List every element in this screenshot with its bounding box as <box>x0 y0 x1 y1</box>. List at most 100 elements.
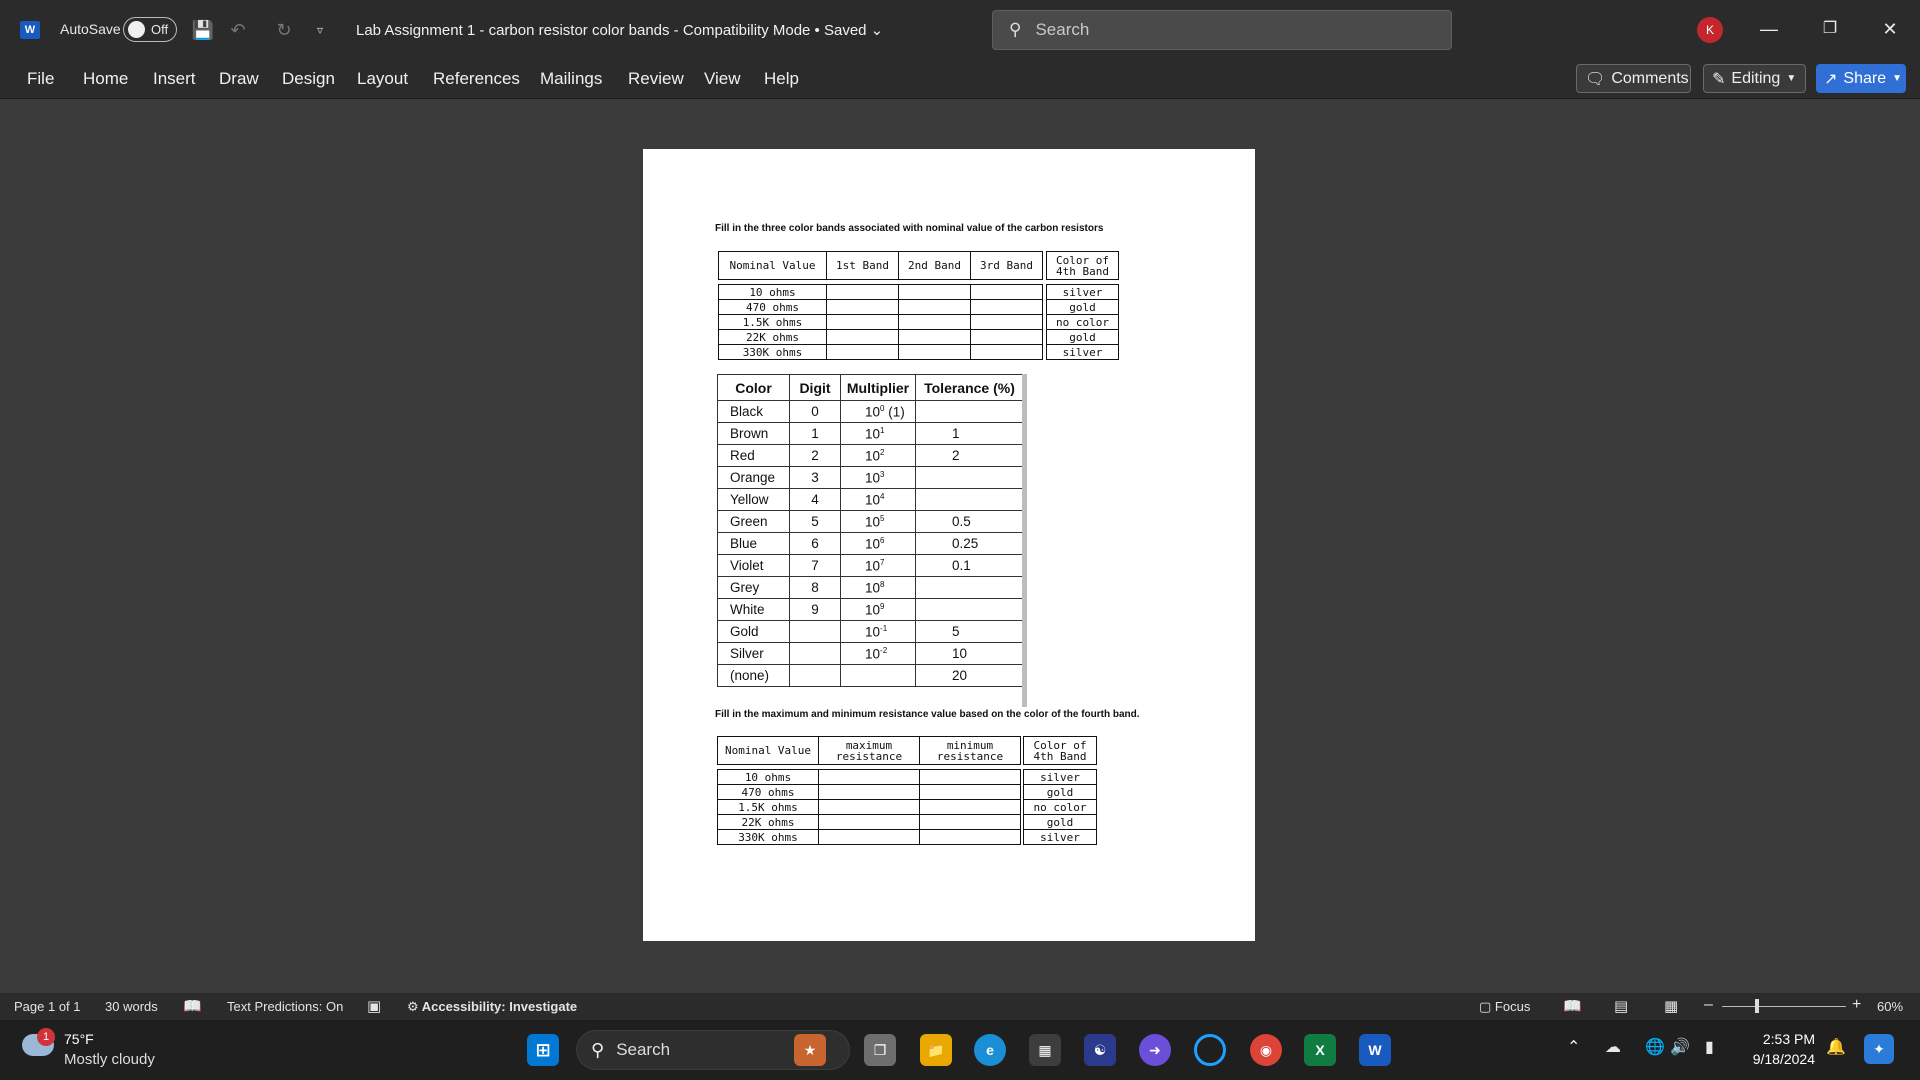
start-windows-icon[interactable]: ⊞ <box>527 1034 559 1066</box>
comments-button[interactable]: 🗨 Comments <box>1576 64 1691 93</box>
file-explorer-icon[interactable]: 📁 <box>920 1034 952 1066</box>
chevron-down-icon: ▼ <box>1786 73 1797 84</box>
zoom-level[interactable]: 60% <box>1877 999 1903 1014</box>
tab-view[interactable]: View <box>704 69 741 89</box>
max-cell[interactable] <box>818 784 920 800</box>
zoom-out-icon[interactable]: – <box>1704 996 1713 1014</box>
document-title[interactable]: Lab Assignment 1 - carbon resistor color… <box>356 21 883 39</box>
band-cell[interactable] <box>898 299 971 315</box>
excel-app-icon[interactable]: X <box>1304 1034 1336 1066</box>
band-cell[interactable] <box>898 329 971 345</box>
battery-icon[interactable]: ▮ <box>1705 1037 1714 1057</box>
table-row: Brown 1 101 1 <box>717 422 1024 445</box>
tab-insert[interactable]: Insert <box>153 69 196 89</box>
microsoft-store-icon[interactable]: ▦ <box>1029 1034 1061 1066</box>
close-icon[interactable]: ✕ <box>1873 14 1907 44</box>
zoom-slider[interactable] <box>1722 1006 1846 1007</box>
avatar[interactable]: K <box>1697 17 1723 43</box>
show-hidden-icons-chevron-up-icon[interactable]: ⌃ <box>1567 1037 1580 1057</box>
tab-mailings[interactable]: Mailings <box>540 69 602 89</box>
band-cell[interactable] <box>826 284 899 300</box>
band-cell[interactable] <box>898 284 971 300</box>
undo-icon[interactable]: ↶ <box>226 18 250 42</box>
accessibility-label: Accessibility: Investigate <box>421 999 578 1014</box>
zoom-slider-thumb[interactable] <box>1755 999 1759 1013</box>
onedrive-icon[interactable]: ☁ <box>1605 1037 1621 1057</box>
min-cell[interactable] <box>919 829 1021 845</box>
edge-browser-icon[interactable]: e <box>974 1034 1006 1066</box>
tab-design[interactable]: Design <box>282 69 335 89</box>
tab-draw[interactable]: Draw <box>219 69 259 89</box>
fourth-band-cell: silver <box>1023 829 1097 845</box>
min-cell[interactable] <box>919 814 1021 830</box>
cortana-icon[interactable] <box>1194 1034 1226 1066</box>
band-cell[interactable] <box>826 329 899 345</box>
minimize-icon[interactable]: — <box>1752 14 1786 44</box>
band-cell[interactable] <box>970 314 1043 330</box>
save-icon[interactable]: 💾 <box>191 18 215 42</box>
tab-home[interactable]: Home <box>83 69 128 89</box>
focus-button[interactable]: ▢ Focus <box>1479 999 1530 1015</box>
max-cell[interactable] <box>818 814 920 830</box>
customize-icon[interactable]: ▿ <box>308 18 332 42</box>
task-view-icon[interactable]: ❐ <box>864 1034 896 1066</box>
weather-temperature[interactable]: 75°F <box>64 1031 94 1047</box>
tab-layout[interactable]: Layout <box>357 69 408 89</box>
tab-review[interactable]: Review <box>628 69 684 89</box>
table-row: Violet 7 107 0.1 <box>717 554 1024 577</box>
nominal-cell: 330K ohms <box>717 829 819 845</box>
band-cell[interactable] <box>970 344 1043 360</box>
redo-icon[interactable]: ↻ <box>272 18 296 42</box>
text-predictions[interactable]: Text Predictions: On <box>227 999 343 1014</box>
digit-cell <box>789 664 841 687</box>
max-cell[interactable] <box>818 799 920 815</box>
read-mode-icon[interactable]: 📖 <box>1563 997 1582 1015</box>
weather-condition[interactable]: Mostly cloudy <box>64 1051 155 1068</box>
autosave-toggle[interactable]: Off <box>123 17 177 42</box>
band-cell[interactable] <box>898 314 971 330</box>
band-cell[interactable] <box>826 299 899 315</box>
page-count[interactable]: Page 1 of 1 <box>14 999 81 1014</box>
word-count[interactable]: 30 words <box>105 999 158 1014</box>
min-cell[interactable] <box>919 784 1021 800</box>
max-cell[interactable] <box>818 829 920 845</box>
digit-cell: 5 <box>789 510 841 533</box>
chrome-browser-icon[interactable]: ◉ <box>1250 1034 1282 1066</box>
share-button[interactable]: ↗ Share ▼ <box>1816 64 1906 93</box>
widgets-copilot-icon[interactable]: ✦ <box>1864 1034 1894 1064</box>
tab-help[interactable]: Help <box>764 69 799 89</box>
document-page[interactable]: Fill in the three color bands associated… <box>643 149 1255 941</box>
band-cell[interactable] <box>970 299 1043 315</box>
table-side-bar <box>1022 374 1027 707</box>
messaging-app-icon[interactable]: ➜ <box>1139 1034 1171 1066</box>
min-cell[interactable] <box>919 799 1021 815</box>
restore-icon[interactable]: ❐ <box>1813 14 1847 44</box>
band-cell[interactable] <box>970 329 1043 345</box>
copilot-app-icon[interactable]: ☯ <box>1084 1034 1116 1066</box>
system-clock[interactable]: 2:53 PM 9/18/2024 <box>1745 1029 1815 1069</box>
tab-references[interactable]: References <box>433 69 520 89</box>
tolerance-cell: 0.25 <box>915 532 1024 555</box>
volume-icon[interactable]: 🔊 <box>1670 1037 1690 1057</box>
band-cell[interactable] <box>826 314 899 330</box>
max-cell[interactable] <box>818 769 920 785</box>
zoom-in-icon[interactable]: + <box>1852 996 1861 1014</box>
band-cell[interactable] <box>898 344 971 360</box>
web-layout-icon[interactable]: ▦ <box>1664 997 1678 1015</box>
print-layout-icon[interactable]: ▤ <box>1614 997 1628 1015</box>
network-globe-icon[interactable]: 🌐 <box>1645 1037 1665 1057</box>
tab-file[interactable]: File <box>27 69 54 89</box>
band-cell[interactable] <box>970 284 1043 300</box>
band-cell[interactable] <box>826 344 899 360</box>
editing-mode-button[interactable]: ✎ Editing ▼ <box>1703 64 1806 93</box>
search-highlight-icon[interactable]: ★ <box>794 1034 826 1066</box>
accessibility-status[interactable]: ⚙ Accessibility: Investigate <box>407 999 577 1015</box>
notification-bell-icon[interactable]: 🔔 <box>1826 1037 1846 1057</box>
display-settings-icon[interactable]: ▣ <box>367 997 381 1015</box>
search-input[interactable]: ⚲ Search <box>992 10 1452 50</box>
nominal-cell: 22K ohms <box>718 329 827 345</box>
word-app-icon[interactable]: W <box>1359 1034 1391 1066</box>
proofing-icon[interactable]: 📖 <box>183 997 202 1015</box>
min-cell[interactable] <box>919 769 1021 785</box>
table-row: Grey 8 108 <box>717 576 1024 599</box>
